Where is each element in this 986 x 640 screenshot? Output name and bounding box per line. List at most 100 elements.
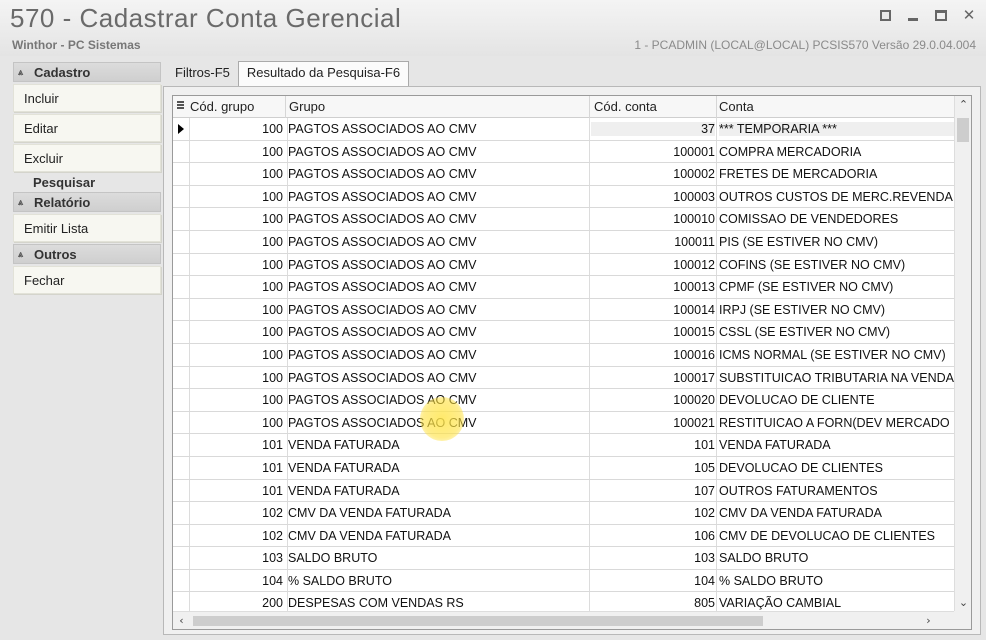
cell-cod-grupo: 101 [262, 460, 283, 475]
minimize-icon[interactable] [904, 6, 922, 24]
cell-grupo: PAGTOS ASSOCIADOS AO CMV [288, 212, 477, 227]
column-divider [287, 140, 288, 163]
scroll-corner [954, 611, 971, 629]
excluir-button[interactable]: Excluir [13, 144, 161, 172]
table-row[interactable]: 100 PAGTOS ASSOCIADOS AO CMV 100021 RESTITU… [173, 411, 955, 435]
table-row[interactable]: 100 PAGTOS ASSOCIADOS AO CMV 100016 ICMS NO… [173, 343, 955, 367]
table-row[interactable]: 100 PAGTOS ASSOCIADOS AO CMV 100001 COMPRA … [173, 140, 955, 164]
cell-grupo: VENDA FATURADA [288, 483, 400, 498]
cell-conta: RESTITUICAO A FORN(DEV MERCADO [719, 415, 950, 430]
sidebar-header-cadastro[interactable]: ⩓ Cadastro [13, 62, 161, 82]
cell-cod-conta: 100001 [673, 144, 715, 159]
cell-cod-conta: 106 [694, 528, 715, 543]
table-row[interactable]: 100 PAGTOS ASSOCIADOS AO CMV 100015 CSSL (S… [173, 321, 955, 344]
table-row[interactable]: 103 SALDO BRUTO 103 SALDO BRUTO [173, 547, 955, 570]
cell-conta: *** TEMPORARIA *** [719, 122, 955, 136]
pesquisar-button[interactable]: Pesquisar [13, 172, 161, 192]
column-divider [287, 230, 288, 253]
column-divider [189, 163, 190, 185]
cell-cod-grupo: 100 [262, 415, 283, 430]
table-row[interactable]: 102 CMV DA VENDA FATURADA 102 CMV DA VENDA … [173, 502, 955, 525]
column-divider [189, 456, 190, 479]
cell-grupo: PAGTOS ASSOCIADOS AO CMV [288, 122, 477, 136]
cell-grupo: SALDO BRUTO [288, 551, 378, 566]
cell-cod-grupo: 100 [262, 302, 283, 317]
close-icon[interactable]: ✕ [960, 6, 978, 24]
sidebar-header-relatorio[interactable]: ⩓ Relatório [13, 192, 161, 212]
table-row[interactable]: 101 VENDA FATURADA 101 VENDA FATURADA [173, 434, 955, 457]
vertical-scrollbar[interactable]: ⌃ ⌄ [954, 96, 971, 611]
cell-conta: CMV DE DEVOLUCAO DE CLIENTES [719, 528, 936, 543]
horizontal-scrollbar[interactable]: ‹ › [173, 611, 955, 629]
editar-button[interactable]: Editar [13, 114, 161, 142]
column-divider [189, 524, 190, 547]
column-divider [589, 479, 590, 502]
horizontal-scroll-thumb[interactable] [193, 616, 763, 626]
emitir-lista-button[interactable]: Emitir Lista [13, 214, 161, 242]
grid-rows: 100 PAGTOS ASSOCIADOS AO CMV 37 *** TEMPORA… [173, 118, 955, 616]
column-divider [287, 524, 288, 547]
cell-cod-grupo: 100 [262, 257, 283, 272]
column-divider [189, 411, 190, 434]
scroll-up-icon[interactable]: ⌃ [955, 96, 971, 113]
tab-resultado[interactable]: Resultado da Pesquisa-F6 [237, 61, 410, 86]
table-row[interactable]: 104 % SALDO BRUTO 104 % SALDO BRUTO [173, 569, 955, 593]
header-grupo[interactable]: Grupo [289, 99, 325, 114]
cell-cod-grupo: 100 [262, 167, 283, 182]
table-row[interactable]: 101 VENDA FATURADA 107 OUTROS FATURAMENTOS [173, 479, 955, 503]
scroll-right-icon[interactable]: › [920, 612, 937, 629]
cell-cod-conta: 107 [694, 483, 715, 498]
header-cod-grupo[interactable]: Cód. grupo [190, 99, 254, 114]
maximize-icon[interactable] [932, 6, 950, 24]
column-menu-icon[interactable] [177, 101, 184, 112]
column-divider [287, 253, 288, 276]
fechar-button[interactable]: Fechar [13, 266, 161, 294]
column-divider [716, 547, 717, 569]
column-divider [589, 389, 590, 411]
column-divider [287, 208, 288, 230]
cell-conta: VARIAÇÃO CAMBIAL [719, 596, 842, 611]
column-divider [287, 389, 288, 411]
table-row[interactable]: 100 PAGTOS ASSOCIADOS AO CMV 100010 COMISSA… [173, 208, 955, 231]
scroll-down-icon[interactable]: ⌄ [955, 594, 971, 611]
cell-cod-conta: 100012 [673, 257, 715, 272]
incluir-button[interactable]: Incluir [13, 84, 161, 112]
column-divider [716, 253, 717, 276]
column-divider [716, 163, 717, 185]
table-row[interactable]: 100 PAGTOS ASSOCIADOS AO CMV 100012 COFINS … [173, 253, 955, 277]
table-row[interactable]: 102 CMV DA VENDA FATURADA 106 CMV DE DEVOLU… [173, 524, 955, 548]
table-row[interactable]: 100 PAGTOS ASSOCIADOS AO CMV 100014 IRPJ (S… [173, 298, 955, 322]
sidebar-header-outros[interactable]: ⩓ Outros [13, 244, 161, 264]
column-divider [589, 411, 590, 434]
scroll-left-icon[interactable]: ‹ [173, 612, 190, 629]
tab-filtros[interactable]: Filtros-F5 [167, 62, 238, 85]
cell-cod-conta: 100017 [673, 370, 715, 385]
cell-cod-grupo: 100 [262, 144, 283, 159]
tab-bar: Filtros-F5 Resultado da Pesquisa-F6 [167, 61, 410, 86]
cell-cod-conta: 105 [694, 460, 715, 475]
table-row[interactable]: 100 PAGTOS ASSOCIADOS AO CMV 100013 CPMF (S… [173, 276, 955, 299]
cell-conta: FRETES DE MERCADORIA [719, 167, 878, 182]
table-row[interactable]: 100 PAGTOS ASSOCIADOS AO CMV 100003 OUTROS … [173, 185, 955, 209]
column-divider [589, 185, 590, 208]
table-row[interactable]: 100 PAGTOS ASSOCIADOS AO CMV 37 *** TEMPORA… [173, 118, 955, 141]
column-divider [589, 321, 590, 343]
table-row[interactable]: 100 PAGTOS ASSOCIADOS AO CMV 100011 PIS (SE… [173, 230, 955, 254]
header-cod-conta[interactable]: Cód. conta [594, 99, 657, 114]
header-conta[interactable]: Conta [719, 99, 754, 114]
results-grid: Cód. grupo Grupo Cód. conta Conta 100 PAG… [172, 95, 972, 630]
cell-grupo: PAGTOS ASSOCIADOS AO CMV [288, 280, 477, 295]
cell-cod-conta: 100011 [674, 234, 715, 249]
cell-conta: COMISSAO DE VENDEDORES [719, 212, 899, 227]
column-divider [189, 185, 190, 208]
window-controls: ✕ [876, 6, 978, 24]
table-row[interactable]: 100 PAGTOS ASSOCIADOS AO CMV 100017 SUBSTIT… [173, 366, 955, 390]
column-divider [716, 434, 717, 456]
table-row[interactable]: 100 PAGTOS ASSOCIADOS AO CMV 100002 FRETES … [173, 163, 955, 186]
vertical-scroll-thumb[interactable] [957, 118, 969, 142]
cell-cod-conta: 104 [694, 573, 715, 588]
restore-icon[interactable] [876, 6, 894, 24]
column-divider [189, 140, 190, 163]
table-row[interactable]: 101 VENDA FATURADA 105 DEVOLUCAO DE CLIENTE… [173, 456, 955, 480]
table-row[interactable]: 100 PAGTOS ASSOCIADOS AO CMV 100020 DEVOLUC… [173, 389, 955, 412]
